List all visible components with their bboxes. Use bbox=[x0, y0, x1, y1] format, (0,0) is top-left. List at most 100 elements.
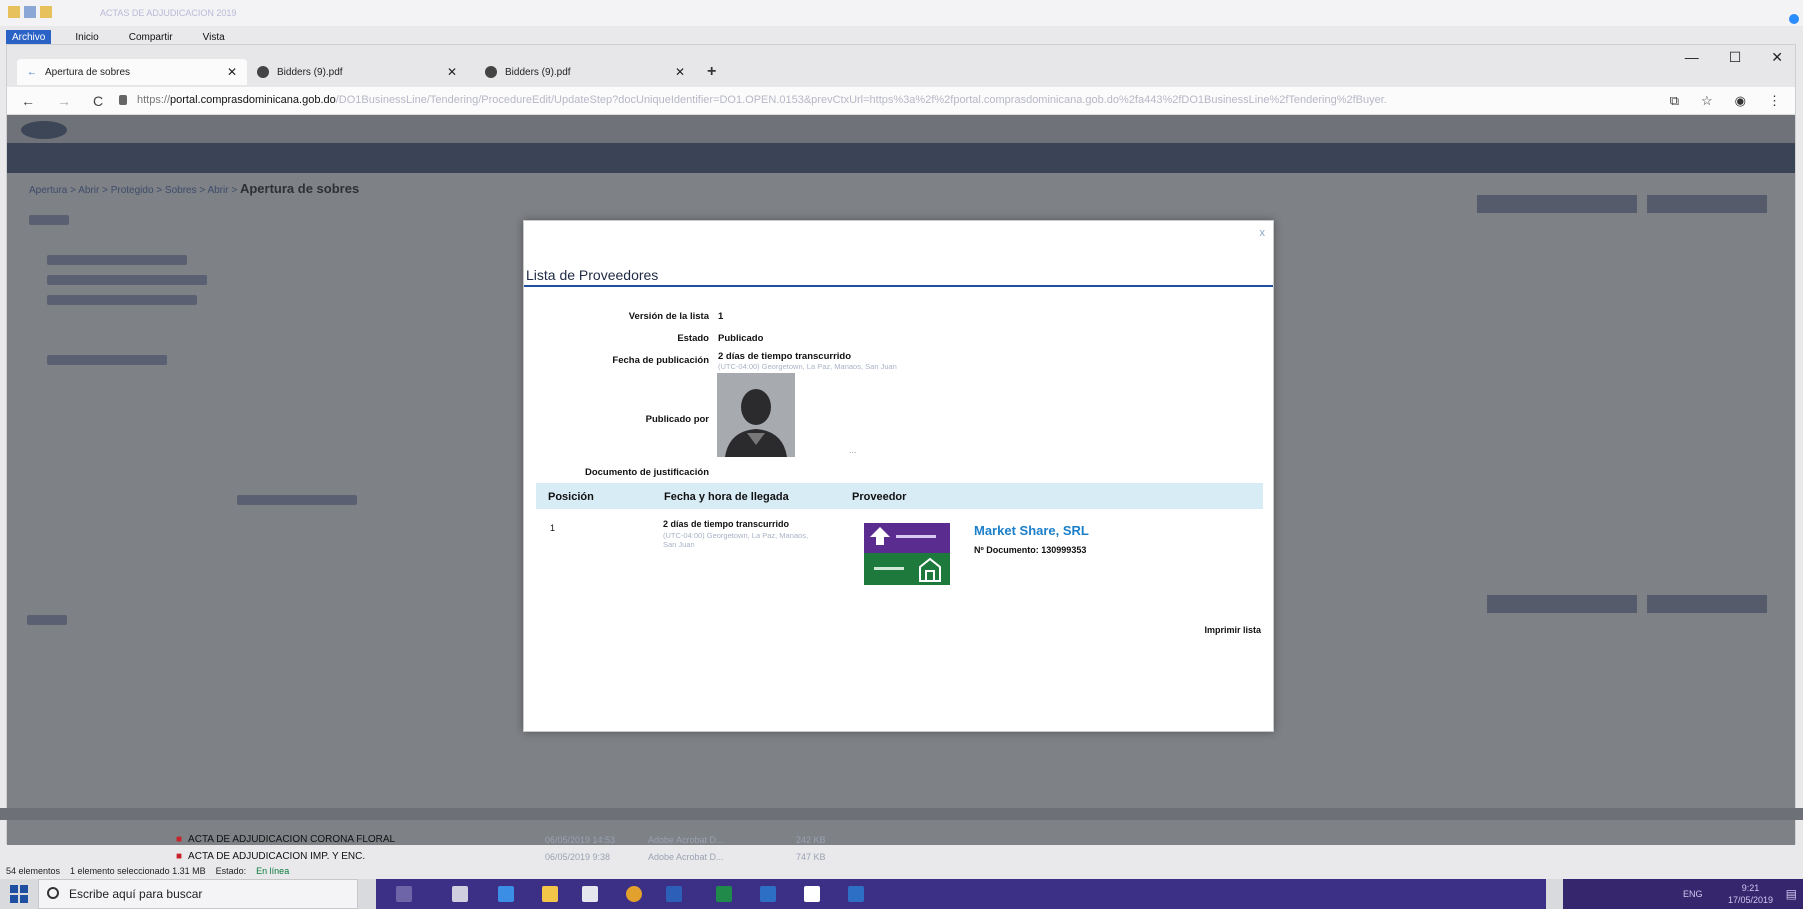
browser-toolbar: ← → C https://portal.comprasdominicana.g… bbox=[7, 87, 1795, 115]
fecha-value: 2 días de tiempo transcurrido bbox=[718, 351, 852, 362]
supplier-list-modal: x Lista de Proveedores Versión de la lis… bbox=[523, 220, 1274, 732]
publisher-avatar bbox=[717, 373, 795, 457]
menu-icon[interactable]: ⋮ bbox=[1768, 93, 1781, 109]
file-explorer-icon[interactable] bbox=[542, 886, 558, 902]
scanner-icon[interactable] bbox=[804, 886, 820, 902]
reload-icon[interactable]: C bbox=[93, 93, 103, 109]
new-tab-icon[interactable]: + bbox=[707, 63, 716, 81]
taskbar-search[interactable]: Escribe aquí para buscar bbox=[38, 879, 358, 909]
dim-placeholder bbox=[29, 215, 69, 225]
taskbar-apps bbox=[376, 879, 1546, 909]
breadcrumb: Apertura > Abrir > Protegido > Sobres > … bbox=[29, 181, 359, 196]
account-icon[interactable]: ◉ bbox=[1735, 93, 1746, 109]
search-icon bbox=[47, 887, 59, 899]
back-icon[interactable]: ← bbox=[21, 93, 35, 109]
windows-start-icon[interactable] bbox=[10, 885, 28, 903]
explorer-status-bar: 54 elementos 1 elemento seleccionado 1.3… bbox=[6, 866, 289, 876]
portal-header bbox=[7, 115, 1795, 143]
pdf-icon: ■ bbox=[176, 851, 183, 862]
new-folder-icon[interactable] bbox=[40, 6, 52, 18]
version-label: Versión de la lista bbox=[628, 311, 709, 322]
back-arrow-tab-icon: ← bbox=[27, 66, 37, 78]
row-arrival-detail: (UTC-04:00) Georgetown, La Paz, Manaos, … bbox=[663, 531, 809, 549]
browser-tab-apertura[interactable]: ← Apertura de sobres ✕ bbox=[17, 59, 247, 85]
properties-icon[interactable] bbox=[24, 6, 36, 18]
dim-placeholder bbox=[47, 355, 167, 365]
tab-compartir[interactable]: Compartir bbox=[123, 30, 179, 45]
globe-icon bbox=[257, 66, 269, 78]
outlook-icon-2[interactable] bbox=[848, 886, 864, 902]
clock[interactable]: 9:21 17/05/2019 bbox=[1728, 882, 1773, 906]
calculator-icon[interactable] bbox=[452, 886, 468, 902]
forward-icon[interactable]: → bbox=[57, 93, 71, 109]
portal-logo[interactable] bbox=[21, 121, 67, 139]
breadcrumb-trail[interactable]: Apertura > Abrir > Protegido > Sobres > … bbox=[29, 185, 237, 196]
star-icon[interactable]: ☆ bbox=[1701, 93, 1713, 109]
dim-placeholder bbox=[1477, 195, 1637, 213]
task-view-icon[interactable] bbox=[396, 886, 412, 902]
tab-archivo[interactable]: Archivo bbox=[6, 29, 52, 45]
portal-nav-bar bbox=[7, 143, 1795, 173]
notifications-icon[interactable]: ▤ bbox=[1786, 887, 1797, 901]
more-icon[interactable]: ... bbox=[849, 445, 857, 455]
file-row[interactable]: ■ ACTA DE ADJUDICACION IMP. Y ENC. bbox=[176, 851, 365, 862]
supplier-name-link[interactable]: Market Share, SRL bbox=[974, 523, 1089, 538]
outlook-icon[interactable] bbox=[760, 886, 776, 902]
language-indicator[interactable]: ENG bbox=[1683, 889, 1703, 899]
tab-inicio[interactable]: Inicio bbox=[69, 30, 104, 45]
close-icon[interactable]: x bbox=[1260, 227, 1266, 239]
close-tab-icon[interactable]: ✕ bbox=[227, 65, 237, 79]
maximize-icon[interactable]: ☐ bbox=[1729, 49, 1742, 66]
folder-icon[interactable] bbox=[8, 6, 20, 18]
col-position: Posición bbox=[548, 491, 594, 503]
tab-vista[interactable]: Vista bbox=[197, 30, 231, 45]
close-tab-icon[interactable]: ✕ bbox=[447, 65, 457, 79]
documento-label: Documento de justificación bbox=[584, 467, 709, 478]
globe-icon bbox=[485, 66, 497, 78]
minimize-icon[interactable]: — bbox=[1685, 49, 1699, 66]
edge-icon[interactable] bbox=[498, 886, 514, 902]
search-placeholder: Escribe aquí para buscar bbox=[69, 887, 203, 901]
estado-value: Publicado bbox=[718, 333, 764, 344]
translate-icon[interactable]: ⧉ bbox=[1670, 93, 1679, 109]
close-window-icon[interactable]: ✕ bbox=[1771, 49, 1783, 66]
browser-tab-bidders-1[interactable]: Bidders (9).pdf ✕ bbox=[257, 59, 457, 85]
supplier-logo bbox=[864, 523, 950, 585]
clock-date: 17/05/2019 bbox=[1727, 895, 1773, 905]
explorer-window-title: ACTAS DE ADJUDICACION 2019 bbox=[100, 8, 237, 18]
store-icon[interactable] bbox=[582, 886, 598, 902]
table-header: Posición Fecha y hora de llegada Proveed… bbox=[536, 483, 1263, 509]
url-host: portal.comprasdominicana.gob.do bbox=[170, 94, 336, 106]
modal-title: Lista de Proveedores bbox=[526, 267, 659, 283]
dim-placeholder bbox=[237, 495, 357, 505]
selection-info: 1 elemento seleccionado 1.31 MB bbox=[70, 866, 206, 876]
browser-tab-label: Bidders (9).pdf bbox=[277, 66, 343, 78]
dim-placeholder bbox=[47, 275, 207, 285]
close-tab-icon[interactable]: ✕ bbox=[675, 65, 685, 79]
estado-label: Estado bbox=[677, 333, 709, 344]
browser-tab-bidders-2[interactable]: Bidders (9).pdf ✕ bbox=[485, 59, 685, 85]
windows-taskbar: Escribe aquí para buscar ENG 9:21 17/05/… bbox=[0, 879, 1803, 909]
word-icon[interactable] bbox=[666, 886, 682, 902]
compras-dominicanas-logo bbox=[864, 523, 950, 585]
file-type: Adobe Acrobat D... bbox=[648, 835, 724, 845]
col-supplier: Proveedor bbox=[852, 491, 907, 503]
item-count: 54 elementos bbox=[6, 866, 61, 876]
row-position: 1 bbox=[550, 523, 556, 533]
address-bar[interactable]: https://portal.comprasdominicana.gob.do/… bbox=[137, 94, 1387, 106]
chrome-icon[interactable] bbox=[626, 886, 642, 902]
file-date: 06/05/2019 14:53 bbox=[545, 835, 616, 845]
pdf-icon: ■ bbox=[176, 834, 183, 845]
print-list-link[interactable]: Imprimir lista bbox=[1204, 625, 1261, 635]
help-icon[interactable] bbox=[1789, 14, 1799, 24]
excel-icon[interactable] bbox=[716, 886, 732, 902]
file-row[interactable]: ■ ACTA DE ADJUDICACION CORONA FLORAL bbox=[176, 834, 395, 845]
dim-placeholder bbox=[1487, 595, 1637, 613]
breadcrumb-current: Apertura de sobres bbox=[239, 181, 360, 196]
toolbar-right-icons: ⧉ ☆ ◉ ⋮ bbox=[1670, 93, 1781, 109]
file-type: Adobe Acrobat D... bbox=[648, 852, 724, 862]
file-date: 06/05/2019 9:38 bbox=[545, 852, 611, 862]
row-arrival: 2 días de tiempo transcurrido bbox=[663, 519, 790, 529]
window-controls: — ☐ ✕ bbox=[1685, 49, 1783, 66]
lock-icon bbox=[119, 95, 127, 105]
